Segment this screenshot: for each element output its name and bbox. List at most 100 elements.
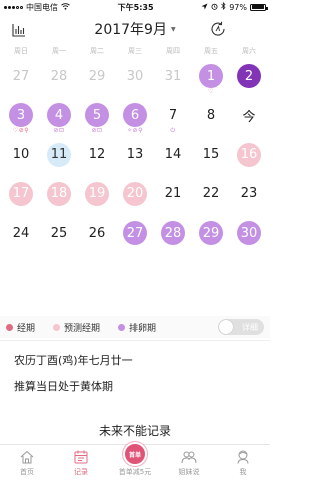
calendar-day[interactable]: 8: [192, 98, 230, 137]
tab-home[interactable]: 首页: [0, 445, 54, 480]
calendar-day[interactable]: 29: [192, 216, 230, 255]
divider: [0, 340, 270, 341]
calendar-day[interactable]: 2: [230, 59, 268, 98]
calendar-day[interactable]: 25: [40, 216, 78, 255]
day-number: 11: [47, 142, 71, 167]
tab-promo[interactable]: 首单 首单减5元: [108, 442, 162, 480]
day-number: 12: [88, 147, 106, 163]
legend-dot: [118, 323, 126, 331]
day-marker-icons: ⏻: [170, 127, 176, 135]
calendar-day[interactable]: 18: [40, 177, 78, 216]
day-number: 17: [9, 181, 33, 206]
home-icon: [20, 450, 34, 464]
calendar-day[interactable]: 16: [230, 138, 268, 177]
calendar-day[interactable]: 17: [2, 177, 40, 216]
day-number: 7: [168, 107, 178, 123]
day-number: 31: [164, 68, 182, 84]
calendar-day[interactable]: 10: [2, 138, 40, 177]
lunar-date: 农历丁酉(鸡)年七月廿一: [14, 354, 133, 367]
carrier-label: 中国电信: [26, 2, 58, 12]
calendar-day[interactable]: 21: [154, 177, 192, 216]
calendar-day[interactable]: 28: [40, 59, 78, 98]
calendar-day[interactable]: 30: [230, 216, 268, 255]
tab-bar: 首页 记录 首单 首单减5元 姐妹说 我: [0, 442, 270, 480]
day-number: 5: [85, 103, 109, 128]
calendar-icon: [74, 450, 88, 464]
calendar-day[interactable]: 15: [192, 138, 230, 177]
calendar-day[interactable]: 4 ⊘⊡: [40, 98, 78, 137]
calendar-day[interactable]: 22: [192, 177, 230, 216]
month-selector[interactable]: 2017年9月 ▼: [94, 19, 175, 39]
tab-label: 首单减5元: [118, 468, 152, 476]
calendar-day[interactable]: 30: [116, 59, 154, 98]
calendar-day[interactable]: 3 ♡⊘⚲: [2, 98, 40, 137]
day-number: 13: [126, 147, 144, 163]
calendar-day[interactable]: 28: [154, 216, 192, 255]
day-number: 15: [202, 147, 220, 163]
legend-label: 预测经期: [64, 323, 101, 334]
cycle-phase: 推算当日处于黄体期: [14, 380, 113, 393]
day-number: 29: [88, 68, 106, 84]
calendar-day[interactable]: 13: [116, 138, 154, 177]
alarm-icon: [211, 3, 218, 12]
day-number: 27: [123, 221, 147, 246]
day-number: 26: [88, 225, 106, 241]
tab-profile[interactable]: 我: [216, 445, 270, 480]
promo-icon: 首单: [123, 442, 147, 466]
tab-label: 首页: [20, 468, 34, 476]
day-number: 28: [50, 68, 68, 84]
day-marker-icons: ♡: [208, 88, 214, 95]
calendar-day[interactable]: 12: [78, 138, 116, 177]
calendar-grid: 27 28 29 30 31 1 ♡ 2 3 ♡⊘⚲ 4 ⊘⊡ 5 ⊘⊡ 6 ✧⊘⚲ 7 ⏻ 8 今 10 11 12 13 1…: [0, 59, 270, 255]
day-number: 25: [50, 225, 68, 241]
weekday-label: 周三: [128, 47, 142, 55]
calendar-day[interactable]: 5 ⊘⊡: [78, 98, 116, 137]
legend-period: 经期: [6, 321, 35, 334]
battery-icon: [250, 3, 268, 11]
day-number: 29: [199, 221, 223, 246]
weekday-label: 周五: [204, 47, 218, 55]
calendar-day[interactable]: 今: [230, 98, 268, 137]
day-number: 10: [12, 147, 30, 163]
profile-icon: [237, 450, 249, 464]
back-to-today-icon[interactable]: [209, 20, 227, 38]
calendar-day[interactable]: 26: [78, 216, 116, 255]
calendar-day[interactable]: 23: [230, 177, 268, 216]
day-number: 1: [199, 64, 223, 88]
calendar-day[interactable]: 27: [2, 59, 40, 98]
day-number: 16: [237, 142, 261, 167]
stats-icon[interactable]: [12, 22, 26, 37]
record-hint: 未来不能记录: [98, 424, 171, 438]
calendar-day[interactable]: 29: [78, 59, 116, 98]
calendar-day[interactable]: 1 ♡: [192, 59, 230, 98]
calendar-day[interactable]: 11: [40, 138, 78, 177]
calendar-day[interactable]: 27: [116, 216, 154, 255]
day-number: 28: [161, 221, 185, 246]
tab-community[interactable]: 姐妹说: [162, 445, 216, 480]
legend-ovulation: 排卵期: [118, 321, 156, 334]
day-number: 8: [206, 107, 216, 123]
detail-toggle[interactable]: 详细: [218, 319, 264, 335]
calendar-day[interactable]: 31: [154, 59, 192, 98]
calendar-day[interactable]: 14: [154, 138, 192, 177]
day-marker-icons: ✧⊘⚲: [127, 127, 143, 135]
day-number: 今: [242, 109, 256, 125]
tab-label: 姐妹说: [178, 468, 200, 476]
weekday-row: 周日 周一 周二 周三 周四 周五 周六: [0, 44, 270, 59]
day-number: 14: [164, 147, 182, 163]
calendar-day[interactable]: 19: [78, 177, 116, 216]
calendar-header: 2017年9月 ▼: [0, 14, 270, 44]
weekday-label: 周一: [52, 47, 66, 55]
tab-record[interactable]: 记录: [54, 445, 108, 480]
calendar-day[interactable]: 24: [2, 216, 40, 255]
legend-dot: [6, 323, 13, 331]
toggle-label: 详细: [242, 322, 258, 332]
day-number: 6: [123, 103, 147, 128]
toggle-knob: [219, 320, 233, 334]
calendar-day[interactable]: 20: [116, 177, 154, 216]
calendar-day[interactable]: 6 ✧⊘⚲: [116, 98, 154, 137]
legend-label: 经期: [17, 323, 36, 334]
day-number: 30: [237, 221, 261, 246]
day-number: 22: [202, 186, 220, 202]
calendar-day[interactable]: 7 ⏻: [154, 98, 192, 137]
